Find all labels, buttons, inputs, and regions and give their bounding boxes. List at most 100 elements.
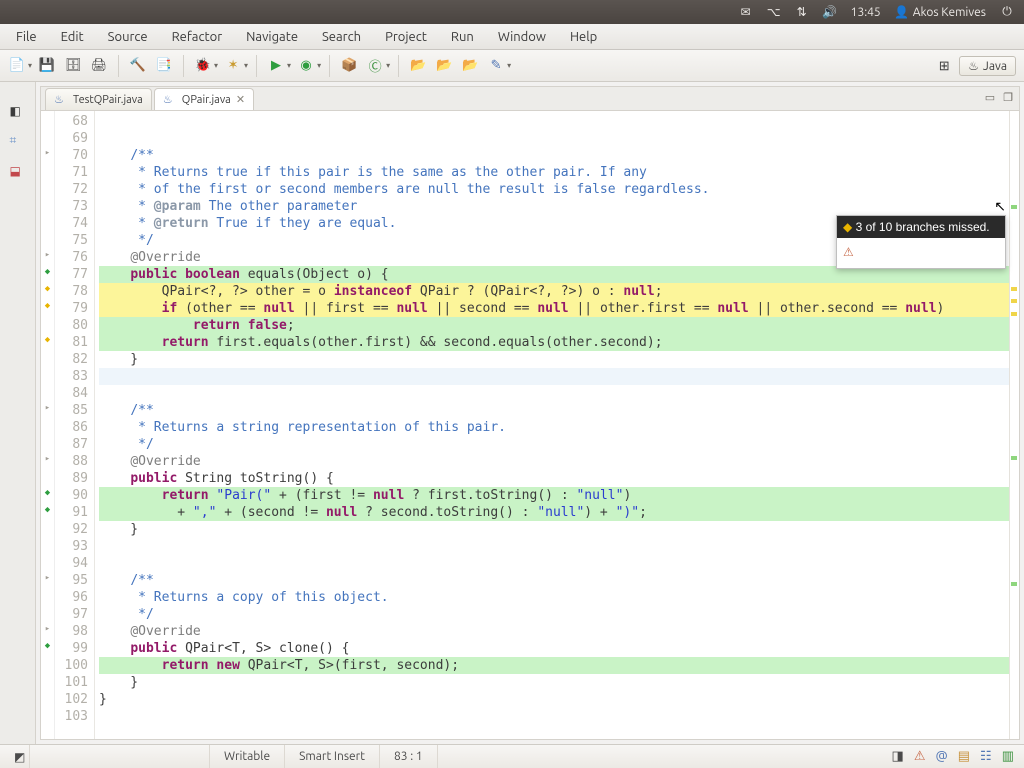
code-line[interactable]: * @param The other parameter [99, 198, 1009, 215]
code-line[interactable] [99, 555, 1009, 572]
declaration-icon[interactable]: ▤ [958, 749, 970, 764]
open-task-button[interactable]: 📂 [433, 55, 455, 77]
code-line[interactable]: public String toString() { [99, 470, 1009, 487]
network-icon[interactable]: ⇅ [795, 5, 809, 19]
user-menu[interactable]: 👤 Akos Kemives [895, 5, 986, 19]
javadoc-icon[interactable]: @ [935, 749, 947, 764]
trim-icon[interactable]: ◩ [0, 745, 30, 768]
source-code[interactable]: /** * Returns true if this pair is the s… [95, 111, 1009, 739]
code-line[interactable]: return false; [99, 317, 1009, 334]
menu-project[interactable]: Project [375, 27, 437, 47]
build-button[interactable]: 🔨 [127, 55, 149, 77]
menu-help[interactable]: Help [560, 27, 607, 47]
code-line[interactable] [99, 368, 1009, 385]
app-menu-bar: FileEditSourceRefactorNavigateSearchProj… [0, 24, 1024, 50]
code-line[interactable]: /** [99, 147, 1009, 164]
menu-edit[interactable]: Edit [51, 27, 94, 47]
bluetooth-icon[interactable]: ⌥ [767, 5, 781, 19]
close-icon[interactable]: ✕ [236, 93, 245, 106]
package-explorer-icon[interactable]: ⌗ [10, 134, 26, 150]
code-line[interactable]: /** [99, 572, 1009, 589]
minimize-icon[interactable]: ❐ [1003, 91, 1013, 104]
junit-icon[interactable]: ⬓ [10, 164, 26, 180]
coverage-button[interactable]: ◉ [295, 55, 317, 77]
tooltip-title: 3 of 10 branches missed. [837, 216, 1005, 238]
search-button[interactable]: ✎ [485, 55, 507, 77]
code-line[interactable] [99, 538, 1009, 555]
overview-ruler[interactable] [1009, 111, 1019, 739]
mail-icon[interactable]: ✉ [739, 5, 753, 19]
user-icon: 👤 [895, 5, 909, 19]
java-perspective[interactable]: ♨ Java [959, 56, 1016, 76]
editor-tab[interactable]: ♨ TestQPair.java [45, 88, 152, 110]
code-line[interactable]: * Returns a string representation of thi… [99, 419, 1009, 436]
save-all-button[interactable]: 🗄 [62, 55, 84, 77]
volume-icon[interactable]: 🔊 [823, 5, 837, 19]
code-line[interactable]: return first.equals(other.first) && seco… [99, 334, 1009, 351]
menu-window[interactable]: Window [488, 27, 556, 47]
editor-tab[interactable]: ♨QPair.java✕ [154, 88, 254, 110]
code-line[interactable]: * of the first or second members are nul… [99, 181, 1009, 198]
menu-refactor[interactable]: Refactor [162, 27, 233, 47]
open-perspective-button[interactable]: ⊞ [933, 55, 955, 77]
code-line[interactable]: } [99, 691, 1009, 708]
code-line[interactable]: } [99, 521, 1009, 538]
code-line[interactable]: return "Pair(" + (first != null ? first.… [99, 487, 1009, 504]
menu-source[interactable]: Source [98, 27, 158, 47]
code-line[interactable]: @Override [99, 453, 1009, 470]
code-line[interactable]: QPair<?, ?> other = o instanceof QPair ?… [99, 283, 1009, 300]
status-position: 83 : 1 [380, 745, 438, 768]
code-line[interactable]: public QPair<T, S> clone() { [99, 640, 1009, 657]
run-config-button[interactable]: ✶ [222, 55, 244, 77]
java-icon: ♨ [968, 59, 979, 73]
open-type-button[interactable]: 📂 [407, 55, 429, 77]
editor-area: ♨ TestQPair.java ♨QPair.java✕ ▭ ❐ 68697071… [40, 86, 1020, 740]
new-class-button[interactable]: Ⓒ [364, 55, 386, 77]
code-line[interactable]: */ [99, 436, 1009, 453]
menu-run[interactable]: Run [441, 27, 484, 47]
code-line[interactable]: * Returns a copy of this object. [99, 589, 1009, 606]
code-line[interactable]: return new QPair<T, S>(first, second); [99, 657, 1009, 674]
toggle-button[interactable]: 📑 [153, 55, 175, 77]
code-line[interactable]: } [99, 351, 1009, 368]
code-line[interactable]: } [99, 674, 1009, 691]
code-line[interactable]: + "," + (second != null ? second.toStrin… [99, 504, 1009, 521]
code-line[interactable] [99, 708, 1009, 725]
new-package-button[interactable]: 📦 [338, 55, 360, 77]
code-line[interactable] [99, 130, 1009, 147]
status-icons: ◨ ⚠ @ ▤ ☷ ▥ [892, 749, 1024, 764]
menu-file[interactable]: File [6, 27, 47, 47]
line-numbers: 6869707172737475767778798081828384858687… [55, 111, 95, 739]
menu-navigate[interactable]: Navigate [236, 27, 308, 47]
perspective-switcher: ⊞ ♨ Java [933, 55, 1016, 77]
tab-label: TestQPair.java [73, 94, 143, 106]
restore-icon[interactable]: ◧ [10, 104, 26, 120]
coverage-view-icon[interactable]: ▥ [1002, 749, 1014, 764]
clock[interactable]: 13:45 [851, 6, 881, 19]
java-file-icon: ♨ [54, 93, 68, 107]
maximize-icon[interactable]: ▭ [985, 91, 995, 104]
menu-search[interactable]: Search [312, 27, 371, 47]
code-line[interactable] [99, 385, 1009, 402]
problems-icon[interactable]: ⚠ [914, 749, 926, 764]
outline-icon[interactable]: ☷ [980, 749, 992, 764]
code-line[interactable]: if (other == null || first == null || se… [99, 300, 1009, 317]
code-line[interactable]: @Override [99, 623, 1009, 640]
code-line[interactable]: /** [99, 402, 1009, 419]
status-bar: ◩ Writable Smart Insert 83 : 1 ◨ ⚠ @ ▤ ☷… [0, 744, 1024, 768]
restore-view-icon[interactable]: ◨ [892, 749, 904, 764]
new-button[interactable]: 📄 [6, 55, 28, 77]
power-icon[interactable]: ⏻ [1000, 5, 1014, 19]
code-line[interactable]: * Returns true if this pair is the same … [99, 164, 1009, 181]
save-button[interactable]: 💾 [36, 55, 58, 77]
run-button[interactable]: ▶ [265, 55, 287, 77]
mouse-cursor-icon: ↖ [994, 198, 1006, 215]
code-line[interactable] [99, 113, 1009, 130]
code-line[interactable]: */ [99, 606, 1009, 623]
left-trim: ◧ ⌗ ⬓ [0, 82, 36, 744]
open-resource-button[interactable]: 📂 [459, 55, 481, 77]
code-editor[interactable]: 6869707172737475767778798081828384858687… [41, 111, 1019, 739]
debug-button[interactable]: 🐞 [192, 55, 214, 77]
main-toolbar: 📄▾ 💾 🗄 🖨 🔨 📑 🐞▾ ✶▾ ▶▾ ◉▾ 📦 Ⓒ▾ 📂 📂 📂 ✎▾ [0, 50, 1024, 82]
print-button[interactable]: 🖨 [88, 55, 110, 77]
